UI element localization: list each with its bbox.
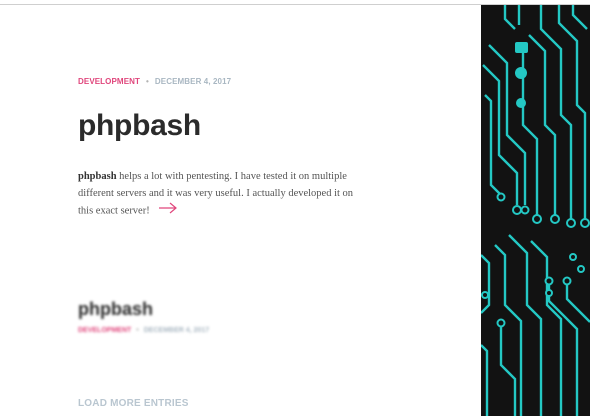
next-post-date: DECEMBER 4, 2017	[143, 327, 210, 334]
post-excerpt: phpbash helps a lot with pentesting. I h…	[78, 168, 368, 220]
next-post-title[interactable]: phpbash	[78, 299, 153, 320]
main-content: DEVELOPMENT • DECEMBER 4, 2017 phpbash php…	[0, 5, 481, 416]
next-post-category[interactable]: DEVELOPMENT	[78, 327, 131, 334]
circuit-board-image	[481, 5, 590, 416]
excerpt-bold: phpbash	[78, 171, 117, 182]
meta-separator: •	[136, 327, 139, 334]
post-meta: DEVELOPMENT • DECEMBER 4, 2017	[78, 77, 231, 86]
arrow-right-icon[interactable]	[158, 202, 178, 220]
post-date: DECEMBER 4, 2017	[154, 77, 232, 86]
post-title[interactable]: phpbash	[78, 109, 201, 143]
load-more-button[interactable]: LOAD MORE ENTRIES	[78, 398, 189, 409]
meta-separator: •	[146, 77, 149, 86]
excerpt-text: helps a lot with pentesting. I have test…	[78, 171, 354, 217]
next-post-meta: DEVELOPMENT • DECEMBER 4, 2017	[78, 327, 209, 334]
post-category-link[interactable]: DEVELOPMENT	[78, 77, 140, 86]
